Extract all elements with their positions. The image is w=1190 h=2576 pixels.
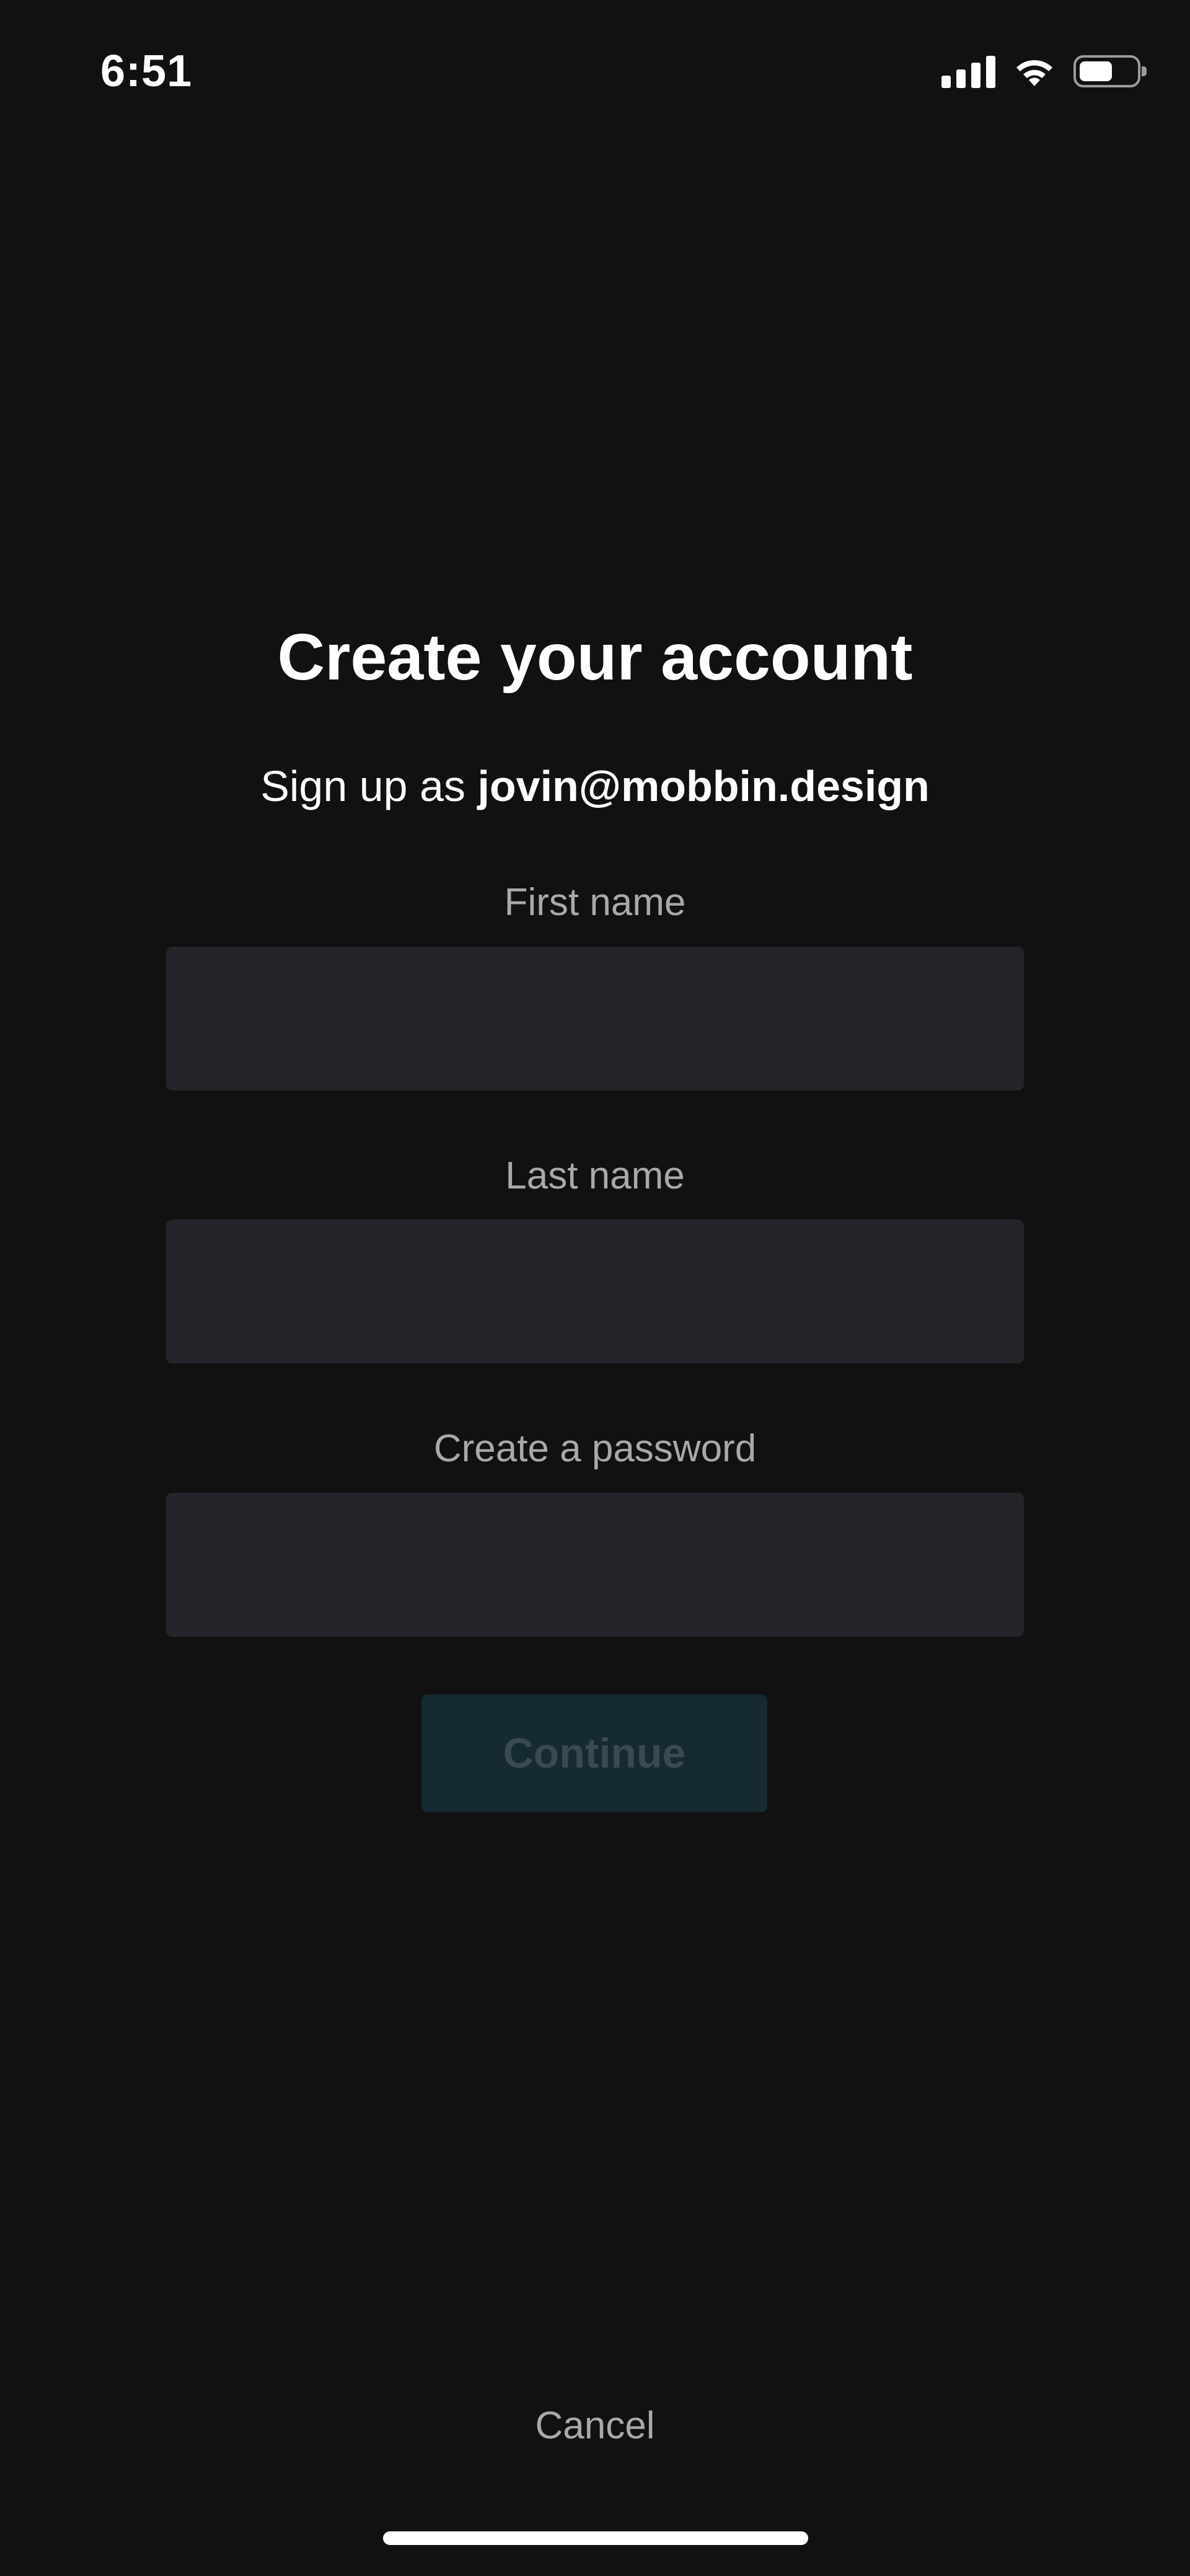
last-name-field[interactable] [166,1219,1024,1363]
wifi-icon [1016,60,1052,86]
first-name-label: First name [504,881,686,924]
signal-icon [941,55,995,88]
cancel-button[interactable]: Cancel [0,2398,1190,2454]
subtitle-prefix: Sign up as [260,762,478,810]
continue-button[interactable]: Continue [421,1694,767,1812]
signup-screen: 6:51 Create your account Sign up as jovi… [0,0,1190,2576]
status-time: 6:51 [100,46,193,96]
signup-subtitle: Sign up as jovin@mobbin.design [0,755,1190,817]
signup-email: jovin@mobbin.design [477,762,930,810]
password-field[interactable] [166,1493,1024,1637]
password-label: Create a password [433,1427,757,1470]
home-indicator[interactable] [383,2531,808,2545]
first-name-field[interactable] [166,947,1024,1091]
page-title: Create your account [277,621,913,694]
battery-icon [1073,55,1147,87]
status-icons [941,51,1147,92]
last-name-label: Last name [505,1154,685,1197]
